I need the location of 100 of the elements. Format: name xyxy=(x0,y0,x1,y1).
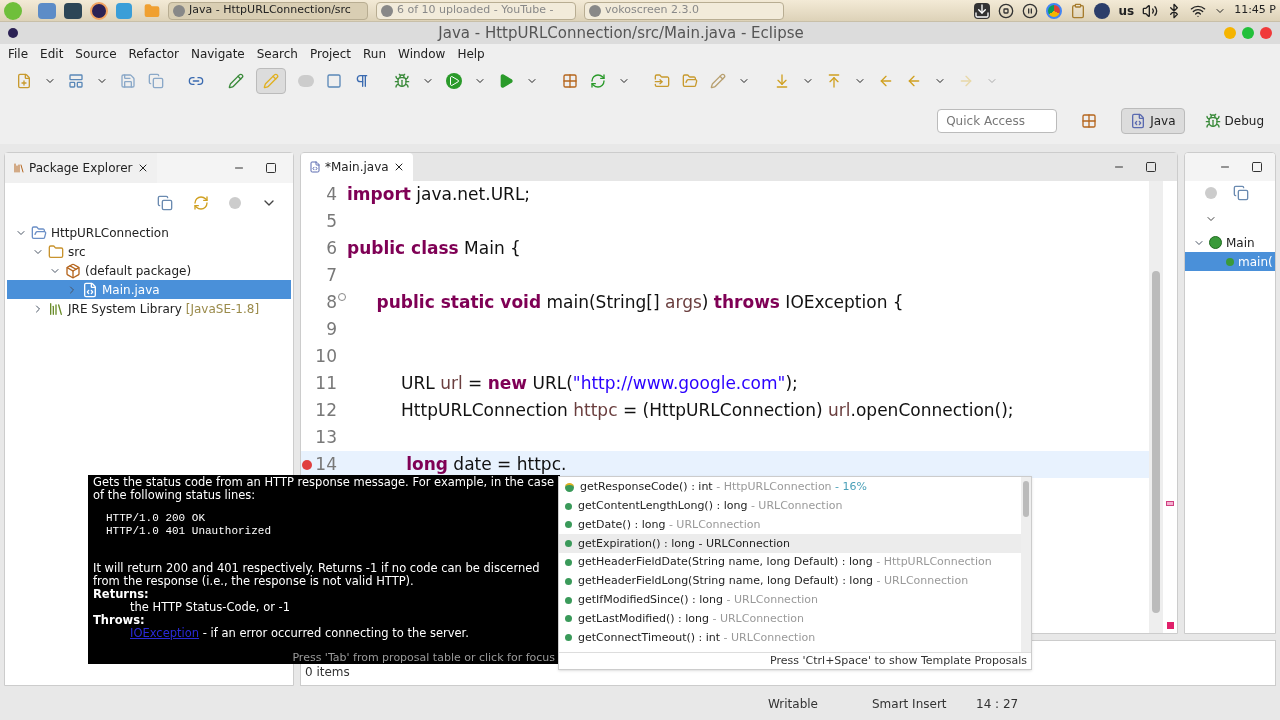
proposal-item[interactable]: getHeaderFieldDate(String name, long Default) : long - HttpURLConnection xyxy=(559,553,1021,572)
method-icon xyxy=(565,502,572,510)
clipboard-icon[interactable] xyxy=(1070,2,1087,19)
proposal-item[interactable]: getExpiration() : long - URLConnection xyxy=(559,534,1021,554)
editor-tab[interactable]: *Main.java xyxy=(301,153,413,181)
quick-access-field[interactable]: Quick Access xyxy=(937,109,1058,133)
refresh-icon[interactable] xyxy=(590,73,606,89)
tree-item[interactable]: HttpURLConnection xyxy=(7,223,291,242)
folder-icon xyxy=(48,243,64,260)
folder-icon xyxy=(31,224,47,241)
throws-text: IOException - if an error occurred connecting to the server. xyxy=(130,627,470,640)
proposal-item[interactable]: getContentLengthLong() : long - URLConnection xyxy=(559,496,1021,516)
maximize-button[interactable] xyxy=(1242,27,1254,39)
run-icon[interactable] xyxy=(446,73,462,89)
run-tool-icon[interactable] xyxy=(498,73,514,89)
description: Gets the status code from an HTTP response message. For example, in the case of the following status lines: xyxy=(93,476,555,502)
proposal-text: getIfModifiedSince() : long - URLConnection xyxy=(578,591,818,608)
file-icon xyxy=(1130,113,1147,129)
line-number: 12 xyxy=(314,398,337,422)
grid-icon[interactable] xyxy=(562,73,578,89)
maximize-icon[interactable] xyxy=(1251,161,1263,173)
maximize-icon[interactable] xyxy=(1145,161,1157,173)
template-hint: Press 'Ctrl+Space' to show Template Proposals xyxy=(559,651,1031,669)
line-number: 5 xyxy=(325,209,337,233)
tree-item[interactable]: JRE System Library [JavaSE-1.8] xyxy=(7,299,291,318)
marker-icon[interactable] xyxy=(710,73,726,89)
scrollbar[interactable] xyxy=(1149,181,1163,633)
open-perspective-icon[interactable] xyxy=(1081,113,1098,129)
folder-icon[interactable] xyxy=(682,73,698,89)
proposal-item[interactable]: getHeaderFieldLong(String name, long Default) : long - URLConnection xyxy=(559,572,1021,591)
shapes-icon[interactable] xyxy=(1205,187,1217,199)
scrollbar[interactable] xyxy=(1021,477,1031,652)
code-line: public static void main(String[] args) throws IOException { xyxy=(375,290,904,314)
package-explorer-tab[interactable]: Package Explorer xyxy=(5,153,157,183)
keyboard-layout[interactable]: us xyxy=(1118,1,1135,20)
clock[interactable]: 11:45 P xyxy=(1234,2,1276,19)
pilcrow-icon[interactable] xyxy=(354,73,370,89)
error-marker[interactable] xyxy=(1166,622,1174,629)
code-line: URL url = new URL("http://www.google.com"); xyxy=(400,371,798,395)
method-icon xyxy=(565,540,572,548)
menu-item[interactable]: File xyxy=(2,45,35,63)
back-icon[interactable] xyxy=(906,73,922,89)
proposal-text: getConnectTimeout() : int - URLConnection xyxy=(578,629,816,646)
focus-hint: Press 'Tab' from proposal table or click for focus xyxy=(292,651,555,664)
block-icon[interactable] xyxy=(326,73,342,89)
tree-item[interactable]: (default package) xyxy=(7,261,291,280)
close-button[interactable] xyxy=(1260,27,1272,39)
folder-icon[interactable] xyxy=(144,2,160,19)
method-icon xyxy=(1226,257,1234,266)
tree-item[interactable]: src xyxy=(7,242,291,261)
menu-item[interactable]: Navigate xyxy=(184,45,251,63)
new-file-icon[interactable] xyxy=(16,73,32,89)
avatar-icon[interactable] xyxy=(1094,2,1111,19)
menu-item[interactable]: Edit xyxy=(34,45,70,63)
menu-item[interactable]: Window xyxy=(392,45,452,63)
method-icon xyxy=(565,577,572,585)
perspective-button[interactable]: Java xyxy=(1121,108,1185,134)
annotation-marker[interactable] xyxy=(1166,501,1174,506)
open-folder-icon[interactable] xyxy=(654,73,670,89)
menu-item[interactable]: Run xyxy=(357,45,393,63)
line-number: 9 xyxy=(325,317,337,341)
window-button[interactable]: Java - HttpURLConnection/src xyxy=(168,1,368,20)
save-icon[interactable] xyxy=(120,73,136,89)
new-window-icon[interactable] xyxy=(68,73,84,89)
collapse-all-icon[interactable] xyxy=(157,195,173,211)
volume-icon[interactable] xyxy=(1142,2,1159,19)
menu-item[interactable]: Source xyxy=(69,45,123,63)
menu-item[interactable]: Search xyxy=(250,45,304,63)
collapse-all-icon[interactable] xyxy=(1233,185,1249,201)
shapes-icon[interactable] xyxy=(229,197,241,209)
bug-icon[interactable] xyxy=(394,73,410,89)
download-icon[interactable] xyxy=(974,2,991,19)
menu-item[interactable]: Project xyxy=(303,45,358,63)
code-sample: HTTP/1.0 200 OK HTTP/1.0 401 Unauthorized xyxy=(106,512,273,538)
proposal-item[interactable]: getLastModified() : long - URLConnection xyxy=(559,609,1021,629)
perspective-button[interactable]: Debug xyxy=(1196,108,1272,134)
file-icon xyxy=(309,161,321,173)
line-number: 4 xyxy=(325,182,337,206)
proposal-item[interactable]: getDate() : long - URLConnection xyxy=(559,515,1021,535)
proposal-item[interactable]: getResponseCode() : int - HttpURLConnection - 16% xyxy=(559,478,1021,497)
proposal-text: getDate() : long - URLConnection xyxy=(578,516,761,533)
line-number: 14 xyxy=(314,452,337,476)
code-line: long date = httpc. xyxy=(405,452,567,476)
menu-item[interactable]: Help xyxy=(451,45,491,63)
browser-icon[interactable] xyxy=(1046,2,1063,19)
stop-icon[interactable] xyxy=(998,2,1015,19)
package-icon xyxy=(65,262,81,279)
code-line: HttpURLConnection httpc = (HttpURLConnection) url.openConnection(); xyxy=(400,398,1014,422)
menu-item[interactable]: Refactor xyxy=(122,45,185,63)
proposal-item[interactable]: getConnectTimeout() : int - URLConnection xyxy=(559,628,1021,648)
launcher-icon[interactable] xyxy=(4,1,22,20)
proposal-item[interactable]: getIfModifiedSince() : long - URLConnection xyxy=(559,590,1021,610)
pause-icon[interactable] xyxy=(1022,2,1039,19)
arrow-down-icon[interactable] xyxy=(774,73,790,89)
arrow-up-icon[interactable] xyxy=(826,73,842,89)
save-all-icon[interactable] xyxy=(148,73,164,89)
tree-item[interactable]: Main xyxy=(1185,233,1275,252)
error-icon xyxy=(302,459,312,470)
eclipse-icon[interactable] xyxy=(90,1,108,20)
maximize-icon[interactable] xyxy=(265,162,277,174)
